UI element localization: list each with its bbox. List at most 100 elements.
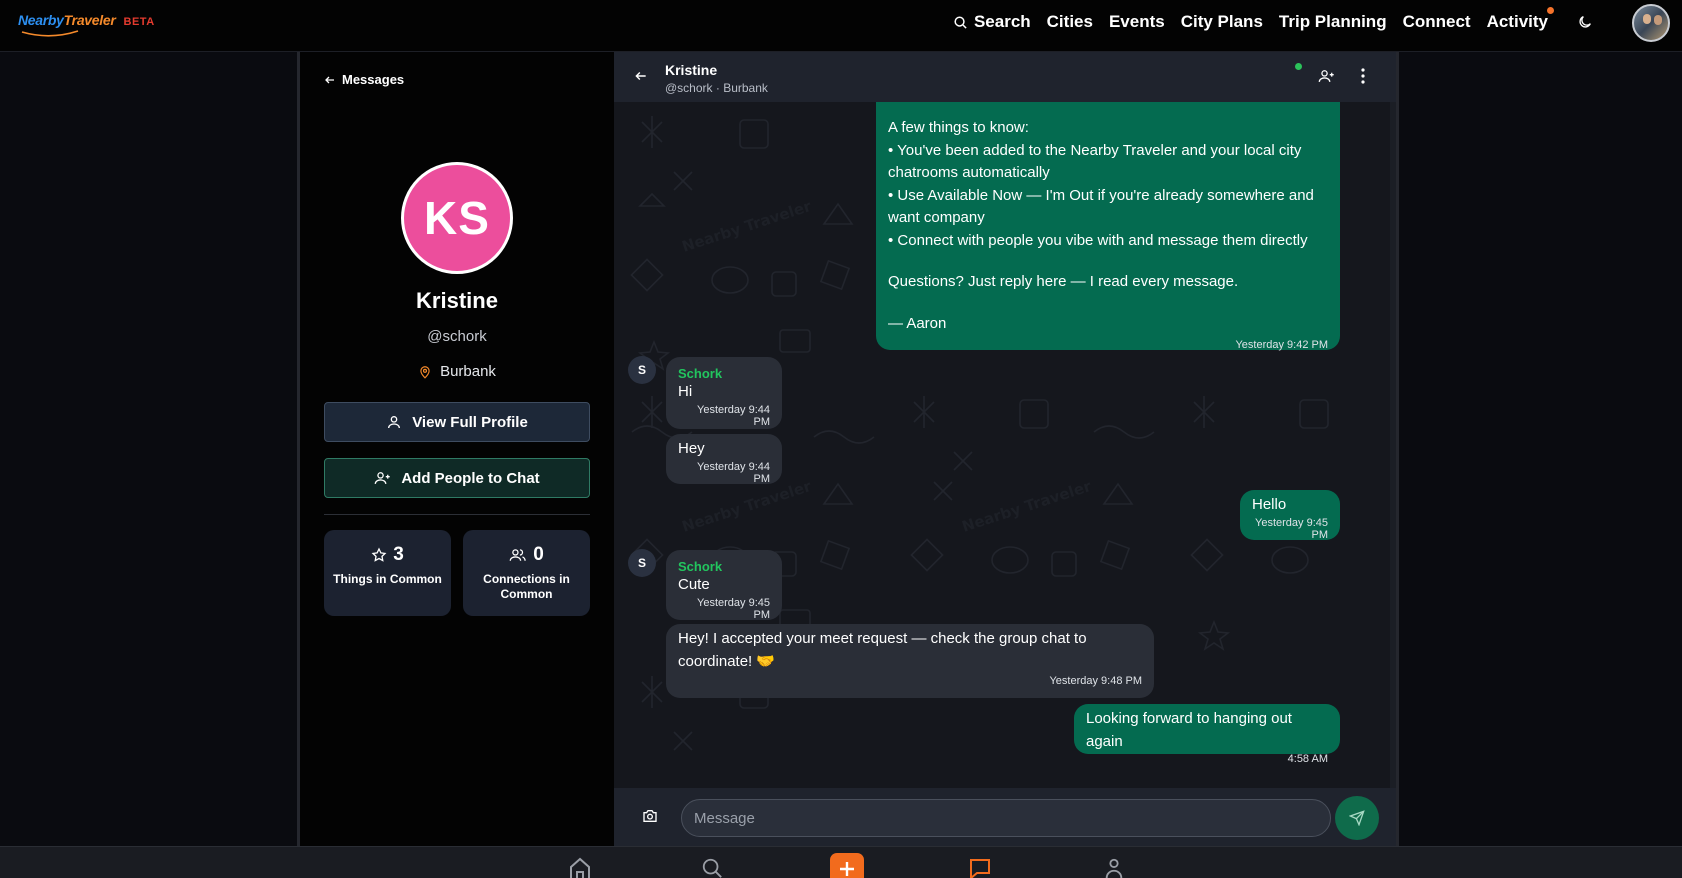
search-icon xyxy=(954,15,967,29)
home-icon[interactable] xyxy=(568,857,592,878)
profile-icon[interactable] xyxy=(1102,857,1126,878)
nav-activity-label: Activity xyxy=(1486,12,1548,31)
message-composer xyxy=(614,788,1396,846)
message-text: Cute xyxy=(678,576,710,593)
nav-connect[interactable]: Connect xyxy=(1403,12,1471,32)
nav-city-plans-label: City Plans xyxy=(1180,12,1263,31)
message-bubble-incoming[interactable]: Schork Hi Yesterday 9:44 PM xyxy=(666,357,782,429)
message-timestamp: Yesterday 9:44 PM xyxy=(697,403,770,428)
message-timestamp: Yesterday 9:44 PM xyxy=(697,460,770,485)
arrow-left-icon xyxy=(325,76,334,83)
arrow-left-icon[interactable] xyxy=(634,69,648,83)
star-icon xyxy=(371,547,387,562)
back-link-label: Messages xyxy=(342,72,405,87)
contact-profile-panel: Messages KS Kristine @schork Burbank Vie… xyxy=(300,52,614,846)
message-line: A few things to know: xyxy=(888,119,1029,136)
add-people-to-chat-button[interactable]: Add People to Chat xyxy=(324,458,590,498)
message-bubble-incoming[interactable]: Schork Cute Yesterday 9:45 PM xyxy=(666,550,782,621)
nav-search[interactable]: Search xyxy=(953,12,1031,32)
message-text: Looking forward to hanging out again xyxy=(1086,710,1292,750)
message-bubble-incoming[interactable]: Hey Yesterday 9:44 PM xyxy=(666,434,782,485)
watermark-text: Nearby Traveler xyxy=(680,477,814,536)
message-line: — Aaron xyxy=(888,314,947,332)
contact-location-label: Burbank xyxy=(440,363,496,380)
chat-contact-name[interactable]: Kristine xyxy=(665,62,717,78)
nav-events-label: Events xyxy=(1108,12,1165,31)
nav-events[interactable]: Events xyxy=(1109,12,1165,32)
message-line: Questions? Just reply here — I read ever… xyxy=(888,273,1239,290)
connections-in-common-card[interactable]: 0 Connections in Common xyxy=(463,530,590,616)
view-full-profile-button[interactable]: View Full Profile xyxy=(324,402,590,442)
beta-badge: BETA xyxy=(123,16,155,28)
message-input[interactable] xyxy=(681,799,1331,837)
brand-logo[interactable]: Nearby Traveler BETA xyxy=(18,12,155,28)
user-plus-icon xyxy=(374,472,391,484)
nav-city-plans[interactable]: City Plans xyxy=(1181,12,1263,32)
right-panel-divider xyxy=(1396,52,1399,846)
nav-trip-planning[interactable]: Trip Planning xyxy=(1279,12,1387,32)
message-sender-name: Schork xyxy=(678,366,723,381)
message-text: Hi xyxy=(678,383,693,400)
send-icon xyxy=(1349,810,1365,826)
messages-icon[interactable] xyxy=(968,857,992,878)
chat-contact-subtitle: @schork · Burbank xyxy=(665,81,768,95)
message-bubble-outgoing[interactable]: Hello Yesterday 9:45 PM xyxy=(1240,490,1340,541)
message-line: • Connect with people you vibe with and … xyxy=(888,231,1308,249)
map-pin-icon xyxy=(420,365,430,379)
sender-avatar[interactable]: S xyxy=(628,356,656,384)
message-timestamp: Yesterday 9:45 PM xyxy=(697,596,770,621)
main-nav-links: Search Cities Events City Plans Trip Pla… xyxy=(953,7,1554,32)
contact-handle: @schork xyxy=(427,328,487,345)
logo-swoosh-icon xyxy=(21,30,79,37)
brand-word-traveler: Traveler xyxy=(63,12,116,28)
brand-word-nearby: Nearby xyxy=(18,12,64,28)
nav-connect-label: Connect xyxy=(1402,12,1471,31)
create-button[interactable] xyxy=(830,853,864,878)
contact-name: Kristine xyxy=(416,288,498,313)
message-list[interactable]: Nearby Traveler Nearby Traveler Nearby T… xyxy=(614,102,1390,788)
message-bubble-outgoing[interactable]: A few things to know: • You've been adde… xyxy=(876,102,1340,351)
watermark-text: Nearby Traveler xyxy=(680,197,814,256)
contact-location: Burbank xyxy=(300,363,614,380)
message-text: Hey xyxy=(678,440,705,457)
nav-cities[interactable]: Cities xyxy=(1047,12,1093,32)
things-in-common-card[interactable]: 3 Things in Common xyxy=(324,530,451,616)
things-in-common-label: Things in Common xyxy=(333,572,442,586)
message-timestamp: Yesterday 9:48 PM xyxy=(1049,675,1142,687)
message-bubble-incoming[interactable]: Hey! I accepted your meet request — chec… xyxy=(666,624,1154,698)
more-vertical-icon[interactable] xyxy=(1360,68,1366,84)
search-icon[interactable] xyxy=(700,857,724,878)
user-avatar[interactable] xyxy=(1632,4,1670,42)
message-line xyxy=(888,252,1328,271)
message-line xyxy=(888,294,1328,313)
watermark-text: Nearby Traveler xyxy=(960,477,1094,536)
camera-icon[interactable] xyxy=(642,809,658,823)
nav-search-label: Search xyxy=(973,12,1031,31)
contact-avatar: KS xyxy=(401,162,513,274)
view-full-profile-label: View Full Profile xyxy=(412,413,528,431)
moon-icon[interactable] xyxy=(1577,14,1593,30)
send-button[interactable] xyxy=(1335,796,1379,840)
user-plus-icon[interactable] xyxy=(1318,68,1335,84)
nav-trip-planning-label: Trip Planning xyxy=(1278,12,1387,31)
activity-notification-dot xyxy=(1547,7,1554,14)
add-people-label: Add People to Chat xyxy=(401,469,540,487)
profile-divider xyxy=(324,514,590,515)
user-icon xyxy=(388,416,401,429)
message-timestamp: Yesterday 9:45 PM xyxy=(1255,516,1328,541)
message-timestamp: Yesterday 9:42 PM xyxy=(1235,339,1328,351)
sender-avatar[interactable]: S xyxy=(628,549,656,577)
message-line: • Use Available Now — I'm Out if you're … xyxy=(888,186,1314,227)
users-icon xyxy=(509,549,526,561)
nav-activity[interactable]: Activity xyxy=(1486,7,1554,32)
nav-cities-label: Cities xyxy=(1046,12,1093,31)
message-bubble-outgoing[interactable]: Looking forward to hanging out again 4:5… xyxy=(1074,704,1340,765)
connections-in-common-count: 0 xyxy=(533,544,544,565)
message-sender-name: Schork xyxy=(678,559,723,574)
message-line: • You've been added to the Nearby Travel… xyxy=(888,141,1302,182)
things-in-common-count: 3 xyxy=(393,544,404,565)
connections-in-common-label: Connections in Common xyxy=(483,572,570,601)
message-text: Hello xyxy=(1252,496,1287,513)
back-to-messages-link[interactable]: Messages xyxy=(324,72,404,87)
message-text: Hey! I accepted your meet request — chec… xyxy=(678,630,1087,670)
